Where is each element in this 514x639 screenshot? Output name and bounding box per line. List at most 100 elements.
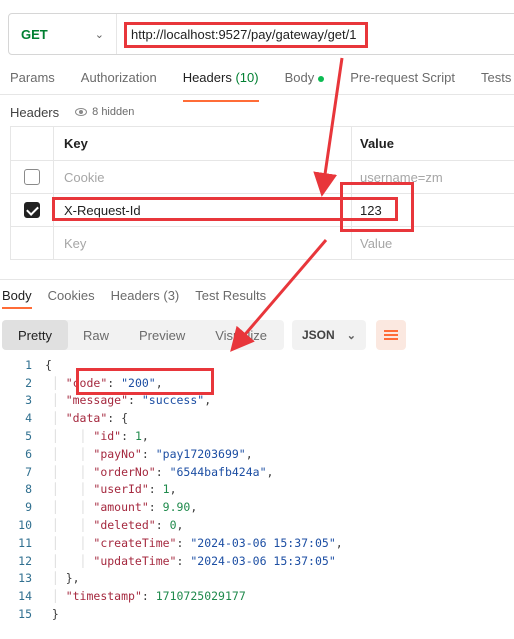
json-colon: : [176,553,191,568]
format-select[interactable]: JSON ⌄ [292,320,366,350]
json-comma: , [155,375,163,390]
json-value: 1 [162,482,170,497]
body-indicator-dot [318,75,325,82]
json-comma: , [266,464,274,479]
json-comma: , [190,500,198,515]
tab-body-label: Body [284,70,315,85]
format-label: JSON [302,328,335,342]
json-key: "orderNo" [93,464,156,479]
json-key: "amount" [93,500,149,515]
headers-toolbar: Headers 8 hidden [10,103,140,121]
header-key-cell[interactable]: X-Request-Id [54,194,352,226]
response-body-code: 1 { 2 │ "code": "200", 3 │ "message": "s… [0,356,514,623]
wrap-lines-button[interactable] [376,320,406,350]
json-key: "timestamp" [65,589,142,604]
fold-icon[interactable] [38,358,45,372]
row-checkbox[interactable] [24,169,40,185]
json-key: "code" [65,375,108,390]
table-row: Cookie username=zm [10,161,514,194]
code-line: 10 │ │ "deleted": 0, [0,516,514,534]
json-comma: , [204,393,212,408]
table-header-row: Key Value [10,127,514,161]
hidden-headers-label: 8 hidden [92,106,135,118]
tab-test-results[interactable]: Test Results [195,288,266,303]
new-key-input[interactable]: Key [54,227,352,259]
json-key: "message" [65,393,129,408]
indent-guide: │ │ [38,464,94,479]
hidden-headers-toggle[interactable]: 8 hidden [69,103,140,121]
code-line: 13 │ }, [0,570,514,588]
line-number: 14 [18,589,32,604]
line-number: 11 [18,535,32,550]
indent-guide: │ │ [38,553,94,568]
tab-body[interactable]: Body [285,70,325,94]
code-line: 14 │ "timestamp": 1710725029177 [0,587,514,605]
code-line: 5 │ │ "id": 1, [0,427,514,445]
json-key: "updateTime" [93,553,177,568]
json-value: "success" [141,393,205,408]
code-line: 1 { [0,356,514,374]
url-input[interactable]: http://localhost:9527/pay/gateway/get/1 [117,27,357,42]
tab-tests[interactable]: Tests [481,70,511,94]
method-select[interactable]: GET ⌄ [9,14,117,54]
json-brace: }, [65,571,80,586]
json-colon: : [141,446,156,461]
json-value: "200" [121,375,156,390]
view-raw-button[interactable]: Raw [68,320,124,350]
view-pretty-button[interactable]: Pretty [2,320,68,350]
tab-response-cookies[interactable]: Cookies [48,288,95,303]
line-number: 6 [25,446,32,461]
tab-pre-request-script[interactable]: Pre-request Script [350,70,455,94]
row-checkbox-cell [10,194,54,226]
json-value: "pay17203699" [155,446,246,461]
row-checkbox-cell [10,161,54,193]
code-line: 15 } [0,605,514,623]
headers-title: Headers [10,104,60,120]
code-line: 6 │ │ "payNo": "pay17203699", [0,445,514,463]
new-value-input[interactable]: Value [352,227,514,259]
eye-icon [75,108,88,116]
code-line: 8 │ │ "userId": 1, [0,481,514,499]
tab-response-body[interactable]: Body [2,288,32,309]
header-check-cell [10,127,54,160]
line-number: 12 [18,553,32,568]
tab-authorization[interactable]: Authorization [81,70,157,94]
tabs-divider [0,94,514,95]
tab-response-headers[interactable]: Headers (3) [111,288,180,303]
response-separator [0,279,514,280]
line-number: 1 [25,357,32,372]
response-tabs: Body Cookies Headers (3) Test Results [2,288,282,309]
line-number: 4 [25,411,32,426]
tab-params[interactable]: Params [10,70,55,94]
view-mode-group: Pretty Raw Preview Visualize [2,320,284,350]
json-value: 0 [169,518,177,533]
chevron-down-icon: ⌄ [94,28,104,41]
indent-guide: │ [38,589,66,604]
json-key: "deleted" [93,518,156,533]
view-visualize-button[interactable]: Visualize [200,320,282,350]
column-header-value: Value [360,136,394,151]
tab-headers[interactable]: Headers (10) [182,70,259,102]
json-colon: : { [107,411,129,426]
method-label: GET [21,26,48,42]
line-number: 2 [25,375,32,390]
code-line: 11 │ │ "createTime": "2024-03-06 15:37:0… [0,534,514,552]
indent-guide: │ [38,411,66,426]
header-value-cell[interactable]: username=zm [352,161,514,193]
json-brace: { [44,357,52,372]
json-colon: : [176,535,191,550]
code-line: 12 │ │ "updateTime": "2024-03-06 15:37:0… [0,552,514,570]
indent-guide: │ │ [38,500,94,515]
json-comma: , [141,429,149,444]
header-key-cell[interactable]: Cookie [54,161,352,193]
json-brace: } [38,607,59,622]
view-preview-button[interactable]: Preview [124,320,200,350]
row-checkbox-checked[interactable] [24,202,40,218]
tab-pre-request-script-label: Pre-request Script [350,70,455,85]
json-comma: , [245,446,253,461]
indent-guide: │ │ [38,518,94,533]
tab-response-headers-label: Headers [110,288,160,303]
column-header-key: Key [54,127,352,160]
header-value-cell[interactable]: 123 [352,194,514,226]
headers-table: Key Value Cookie username=zm X-Request-I… [10,126,514,260]
